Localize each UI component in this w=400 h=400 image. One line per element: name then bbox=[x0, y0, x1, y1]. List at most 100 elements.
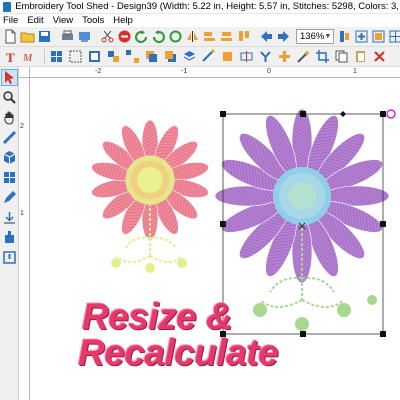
open-button[interactable] bbox=[20, 28, 35, 45]
weld-button[interactable] bbox=[276, 48, 293, 65]
trace-button[interactable] bbox=[200, 48, 217, 65]
new-icon bbox=[5, 29, 16, 44]
cut-button[interactable] bbox=[100, 28, 115, 45]
ruler-label: 1 bbox=[20, 210, 24, 217]
resize-handle[interactable] bbox=[220, 111, 226, 117]
overlay-text-line1: Resize & bbox=[82, 296, 233, 337]
new-button[interactable] bbox=[3, 28, 18, 45]
paste-button[interactable] bbox=[352, 48, 369, 65]
group-button[interactable] bbox=[105, 48, 122, 65]
selection-button[interactable] bbox=[67, 48, 84, 65]
split-button[interactable] bbox=[238, 48, 255, 65]
zoom-value: 136% bbox=[300, 31, 325, 42]
grid-icon bbox=[389, 30, 400, 43]
zoom-out-button[interactable] bbox=[371, 28, 386, 45]
svg-text:M: M bbox=[23, 52, 33, 64]
pointer-tool[interactable] bbox=[1, 69, 18, 86]
wand-button[interactable] bbox=[295, 48, 312, 65]
cube-tool[interactable] bbox=[1, 149, 18, 166]
zoom-dropdown[interactable]: 136% ▼ bbox=[296, 29, 335, 44]
crop-icon bbox=[316, 50, 329, 63]
export-button[interactable] bbox=[77, 28, 92, 45]
crop-button[interactable] bbox=[314, 48, 331, 65]
main-toolbar: 136% ▼ bbox=[0, 27, 400, 47]
pan-tool[interactable] bbox=[1, 109, 18, 126]
rotate-left-icon bbox=[135, 30, 148, 44]
grid-tool[interactable] bbox=[1, 169, 18, 186]
menu-edit[interactable]: Edit bbox=[27, 15, 43, 26]
monogram-button[interactable]: M bbox=[22, 48, 39, 65]
save-button[interactable] bbox=[37, 28, 52, 45]
layers-button[interactable] bbox=[181, 48, 198, 65]
align-left-button[interactable] bbox=[202, 28, 217, 45]
grid-toggle-button[interactable] bbox=[388, 28, 400, 45]
edit-toolbar: T M bbox=[0, 47, 400, 67]
pen-tool[interactable] bbox=[1, 189, 18, 206]
arrow-left-icon bbox=[261, 31, 272, 42]
design-canvas[interactable]: Resize & Recalculate bbox=[30, 78, 400, 400]
wand-icon bbox=[297, 50, 310, 63]
group-icon bbox=[108, 51, 119, 62]
resize-handle[interactable] bbox=[380, 331, 386, 337]
zoom-tool[interactable] bbox=[1, 89, 18, 106]
ungroup-button[interactable] bbox=[124, 48, 141, 65]
menu-tools[interactable]: Tools bbox=[82, 15, 104, 26]
align-center-button[interactable] bbox=[219, 28, 234, 45]
vertical-ruler: 2 1 bbox=[19, 78, 30, 400]
forward-button[interactable] bbox=[276, 28, 291, 45]
mirror-icon bbox=[187, 31, 198, 42]
resize-handle[interactable] bbox=[380, 111, 386, 117]
rotate-handle[interactable] bbox=[386, 109, 396, 119]
chevron-down-icon: ▼ bbox=[324, 33, 332, 40]
resize-handle[interactable] bbox=[300, 111, 306, 117]
measure-tool[interactable] bbox=[1, 129, 18, 146]
align-bottom-icon bbox=[4, 212, 15, 224]
select-all-button[interactable] bbox=[86, 48, 103, 65]
ruler-label: 1 bbox=[353, 68, 357, 75]
zoom-in-button[interactable] bbox=[354, 28, 369, 45]
print-button[interactable] bbox=[60, 28, 75, 45]
merge-icon bbox=[260, 51, 271, 62]
bring-front-button[interactable] bbox=[162, 48, 179, 65]
right-flower bbox=[214, 108, 390, 331]
zoom-in-icon bbox=[355, 30, 368, 43]
back-button[interactable] bbox=[259, 28, 274, 45]
ruler-label: 0 bbox=[267, 68, 271, 75]
menu-help[interactable]: Help bbox=[113, 15, 133, 26]
paste-icon bbox=[356, 51, 365, 62]
resize-handle[interactable] bbox=[380, 221, 386, 227]
menu-view[interactable]: View bbox=[53, 15, 73, 26]
rotate-right-button[interactable] bbox=[151, 28, 166, 45]
resize-handle[interactable] bbox=[300, 331, 306, 337]
align-bottom-tool[interactable] bbox=[1, 209, 18, 226]
stop-button[interactable] bbox=[117, 28, 132, 45]
stop-icon bbox=[3, 251, 16, 264]
zoom-fit-icon bbox=[340, 31, 350, 42]
send-back-button[interactable] bbox=[143, 48, 160, 65]
rotate-left-button[interactable] bbox=[134, 28, 149, 45]
weld-icon bbox=[279, 51, 290, 62]
send-back-icon bbox=[146, 51, 157, 62]
measure-icon bbox=[2, 130, 17, 145]
stop-tool[interactable] bbox=[1, 249, 18, 266]
node-tool[interactable] bbox=[1, 229, 18, 246]
align-top-button[interactable] bbox=[236, 28, 251, 45]
split-icon bbox=[240, 51, 253, 62]
cube-icon bbox=[3, 151, 16, 164]
copy-icon bbox=[335, 50, 348, 63]
monogram-icon: M bbox=[23, 52, 33, 64]
copy-button[interactable] bbox=[333, 48, 350, 65]
text-button[interactable]: T bbox=[3, 48, 20, 65]
merge-button[interactable] bbox=[257, 48, 274, 65]
zoom-fit-button[interactable] bbox=[337, 28, 352, 45]
fill-button[interactable] bbox=[219, 48, 236, 65]
select-all-icon bbox=[89, 51, 100, 62]
resize-handle[interactable] bbox=[220, 221, 226, 227]
ruler-label: 2 bbox=[20, 123, 24, 130]
menu-file[interactable]: File bbox=[3, 15, 18, 26]
color-grid-button[interactable] bbox=[48, 48, 65, 65]
delete-button[interactable] bbox=[371, 48, 388, 65]
mirror-button[interactable] bbox=[185, 28, 200, 45]
redo-button[interactable] bbox=[168, 28, 183, 45]
svg-text:T: T bbox=[6, 50, 15, 64]
